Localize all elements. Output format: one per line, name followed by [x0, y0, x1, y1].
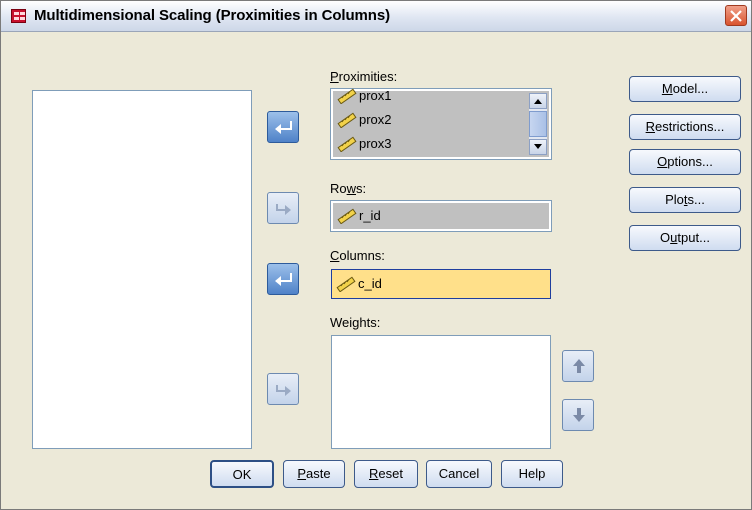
close-button[interactable]	[725, 5, 747, 26]
window-title: Multidimensional Scaling (Proximities in…	[34, 7, 390, 24]
scroll-down-button[interactable]	[529, 139, 547, 155]
scale-variable-icon	[337, 112, 357, 128]
weights-list[interactable]	[331, 335, 551, 449]
output-button[interactable]: Output...	[629, 225, 741, 251]
scale-variable-icon	[336, 276, 356, 292]
reset-button[interactable]: Reset	[354, 460, 418, 488]
scale-variable-icon	[337, 208, 357, 224]
scroll-up-button[interactable]	[529, 93, 547, 109]
ok-button[interactable]: OK	[210, 460, 274, 488]
move-to-columns-button[interactable]	[267, 263, 299, 295]
options-button[interactable]: Options...	[629, 149, 741, 175]
scale-variable-icon	[337, 136, 357, 152]
plots-button[interactable]: Plots...	[629, 187, 741, 213]
move-up-button[interactable]	[562, 350, 594, 382]
title-bar[interactable]: Multidimensional Scaling (Proximities in…	[1, 1, 751, 32]
model-button[interactable]: Model...	[629, 76, 741, 102]
triangle-up-icon	[534, 99, 542, 104]
restrictions-button[interactable]: Restrictions...	[629, 114, 741, 140]
columns-field[interactable]: c_id	[331, 269, 551, 299]
source-variable-list[interactable]	[32, 90, 252, 449]
help-button[interactable]: Help	[501, 460, 563, 488]
move-to-proximities-button[interactable]	[267, 111, 299, 143]
proximities-label: Proximities:	[330, 69, 398, 84]
move-to-weights-button[interactable]	[267, 373, 299, 405]
columns-label: Columns:	[330, 248, 385, 263]
scale-variable-icon	[337, 88, 357, 104]
arrow-down-icon	[573, 408, 585, 422]
arrow-right-icon	[276, 385, 291, 396]
arrow-left-icon	[275, 121, 292, 134]
weights-label: Weights:	[330, 315, 381, 330]
arrow-right-icon	[276, 204, 291, 215]
cancel-button[interactable]: Cancel	[426, 460, 492, 488]
arrow-up-icon	[573, 359, 585, 373]
move-to-rows-button[interactable]	[267, 192, 299, 224]
spss-app-icon	[11, 9, 26, 23]
proximities-list[interactable]: prox1 prox2 prox3	[330, 88, 552, 160]
triangle-down-icon	[534, 144, 542, 149]
rows-field[interactable]: r_id	[330, 200, 552, 232]
proximities-scrollbar[interactable]	[529, 93, 547, 155]
close-icon	[730, 10, 742, 22]
scroll-thumb[interactable]	[529, 111, 547, 137]
arrow-left-icon	[275, 273, 292, 286]
move-down-button[interactable]	[562, 399, 594, 431]
dialog-window: Multidimensional Scaling (Proximities in…	[0, 0, 752, 510]
rows-label: Rows:	[330, 181, 367, 196]
paste-button[interactable]: Paste	[283, 460, 345, 488]
